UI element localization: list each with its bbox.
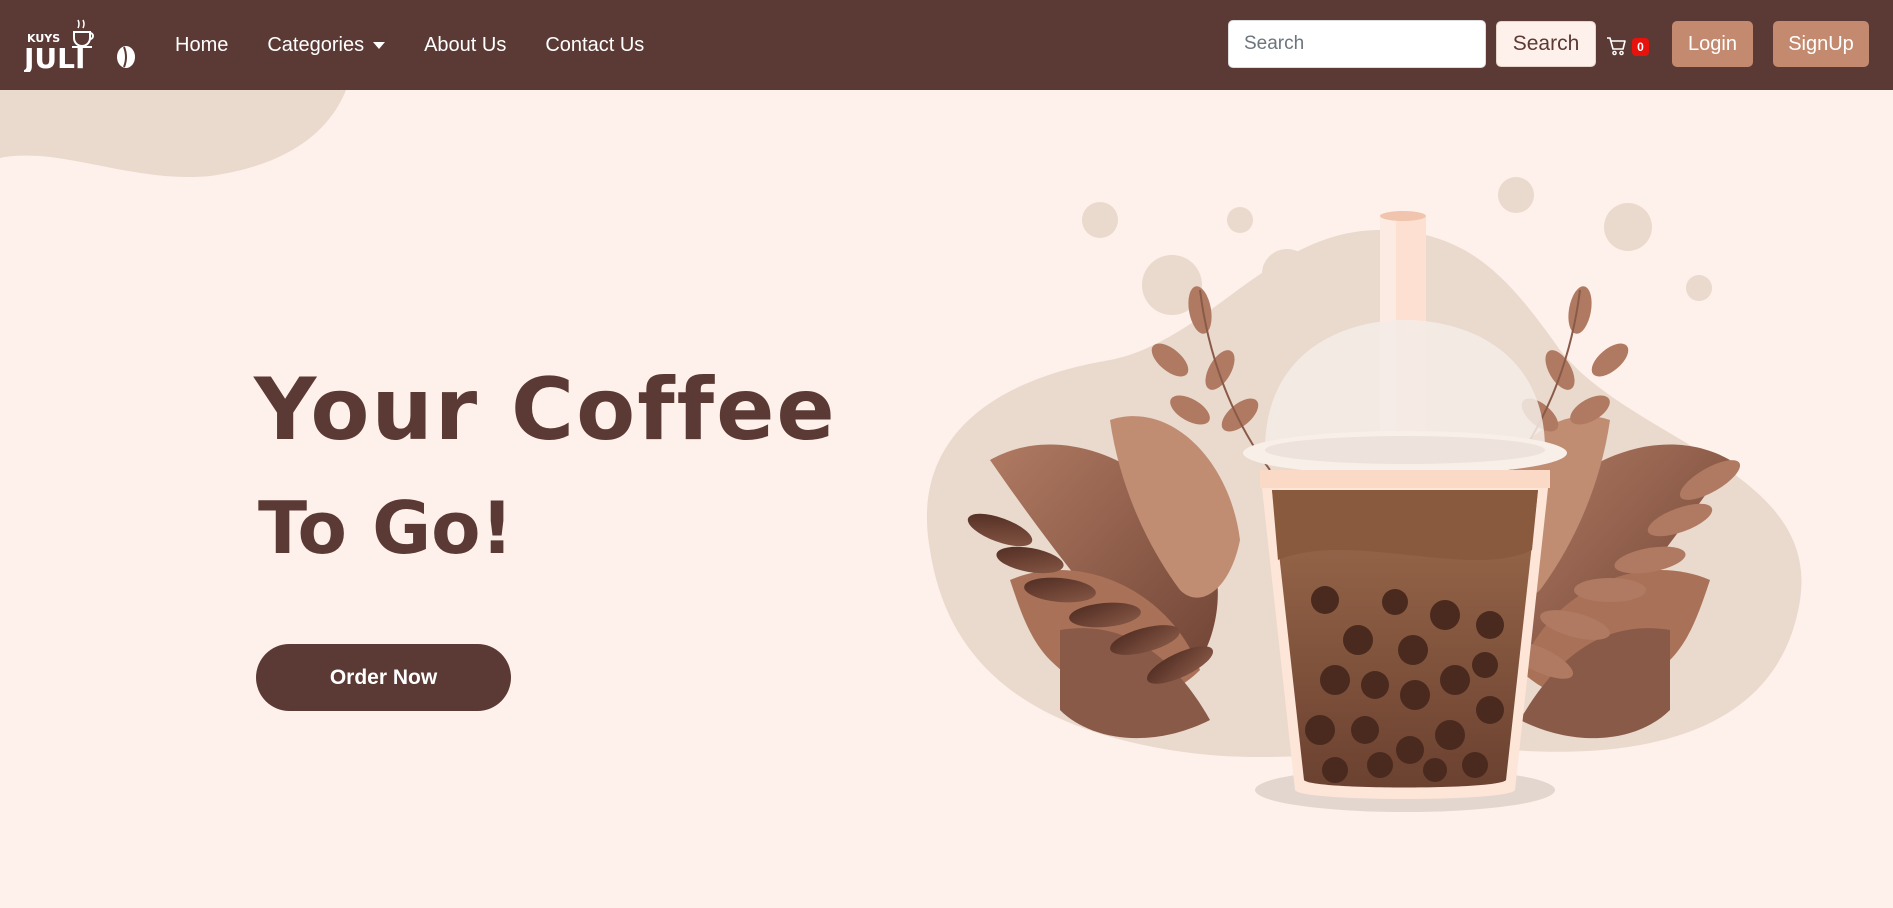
hero-subtitle: To Go! bbox=[258, 486, 514, 570]
hero-title: Your Coffee bbox=[254, 360, 837, 460]
signup-button[interactable]: SignUp bbox=[1773, 21, 1869, 67]
brand-logo[interactable]: KUYS JULI bbox=[22, 12, 140, 75]
login-button[interactable]: Login bbox=[1672, 21, 1753, 67]
cart-button[interactable]: 0 bbox=[1606, 34, 1654, 58]
decorative-blob bbox=[0, 90, 346, 178]
chevron-down-icon bbox=[373, 41, 386, 49]
svg-text:JULI: JULI bbox=[24, 42, 85, 72]
search-input[interactable] bbox=[1228, 20, 1486, 68]
nav-categories-dropdown[interactable]: Categories bbox=[267, 33, 386, 57]
search-button[interactable]: Search bbox=[1496, 21, 1596, 67]
cart-icon bbox=[1607, 37, 1626, 56]
nav-links: Home Categories About Us Contact Us bbox=[175, 0, 683, 90]
nav-categories-label: Categories bbox=[267, 33, 365, 56]
nav-about-link[interactable]: About Us bbox=[424, 34, 506, 57]
nav-home-link[interactable]: Home bbox=[175, 34, 228, 57]
boba-coffee-illustration bbox=[926, 177, 1802, 812]
order-now-button[interactable]: Order Now bbox=[256, 644, 511, 711]
navbar: KUYS JULI Home Categories About Us Conta… bbox=[0, 0, 1893, 90]
cart-count-badge: 0 bbox=[1632, 38, 1649, 56]
nav-contact-link[interactable]: Contact Us bbox=[545, 34, 644, 57]
